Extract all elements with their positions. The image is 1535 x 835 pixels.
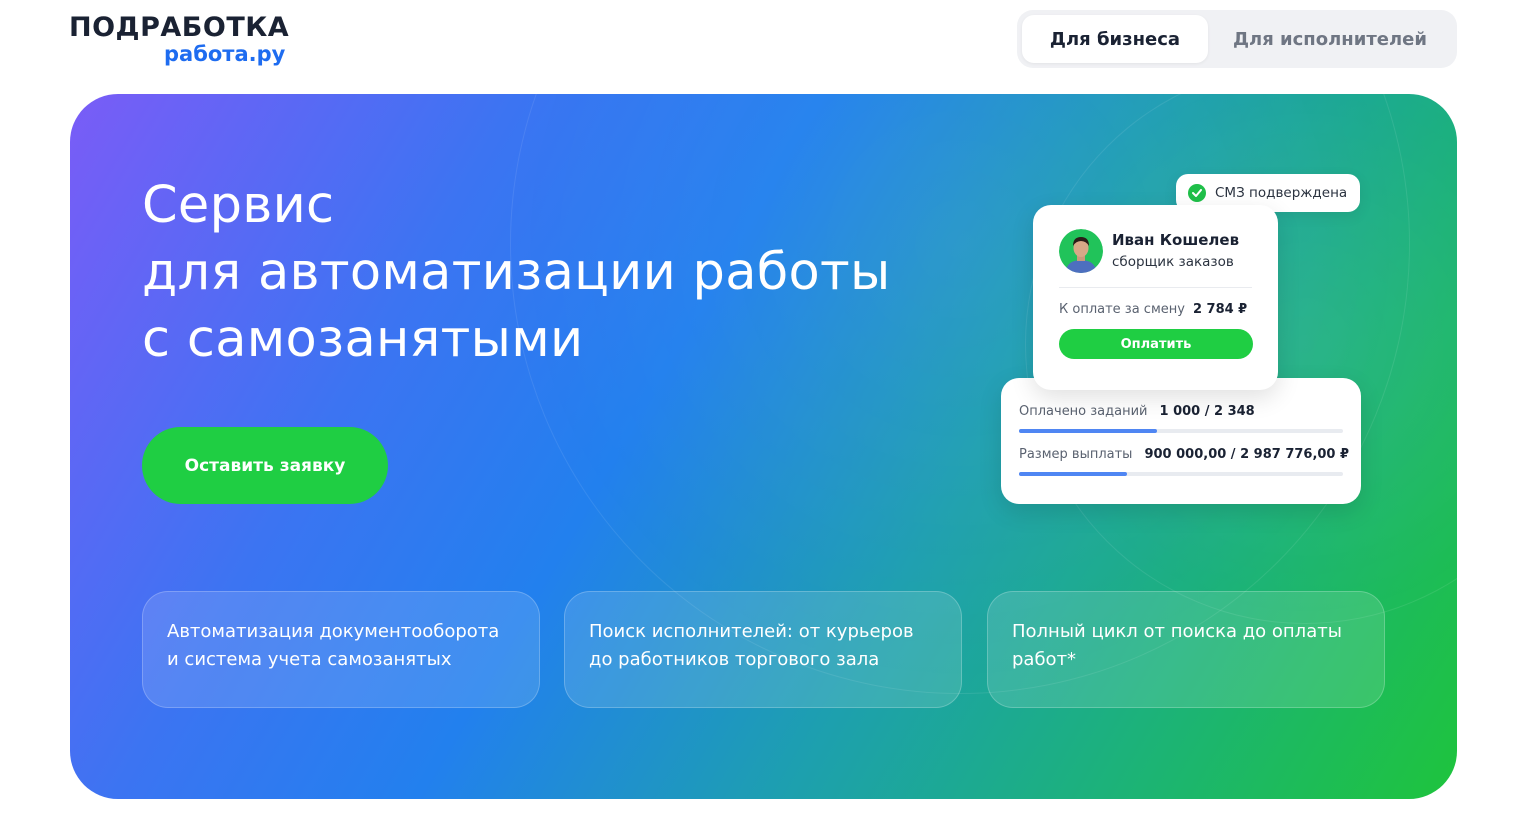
tab-contractors[interactable]: Для исполнителей [1208, 15, 1452, 63]
progress-fill [1019, 429, 1158, 433]
logo-subbrand: работа.ру [164, 42, 286, 66]
tab-business[interactable]: Для бизнеса [1022, 15, 1208, 63]
hero-banner: Сервис для автоматизации работы с самоза… [70, 94, 1457, 799]
stat-row-payout: Размер выплаты 900 000,00 / 2 987 776,00… [1019, 447, 1349, 462]
worker-info: Иван Кошелев сборщик заказов [1112, 229, 1239, 273]
pay-label: К оплате за смену [1059, 302, 1185, 317]
hero-title-line-1: Сервис [142, 176, 335, 235]
feature-card-cycle: Полный цикл от поиска до оплаты работ* [987, 591, 1385, 708]
logo-wordmark: ПОДРАБОТКА [69, 12, 290, 43]
check-icon [1188, 184, 1206, 202]
divider [1059, 287, 1252, 288]
pay-amount: 2 784 ₽ [1192, 302, 1248, 317]
stat-row-tasks: Оплачено заданий 1 000 / 2 348 [1019, 404, 1343, 419]
stats-card: Оплачено заданий 1 000 / 2 348 Размер вы… [1001, 378, 1361, 504]
submit-request-button[interactable]: Оставить заявку [142, 427, 388, 504]
progress-bar-payout [1019, 472, 1343, 476]
stat-label: Оплачено заданий [1019, 404, 1148, 419]
audience-switch: Для бизнеса Для исполнителей [1017, 10, 1457, 68]
progress-bar-tasks [1019, 429, 1343, 433]
stat-value: 900 000,00 / 2 987 776,00 ₽ [1144, 447, 1350, 462]
landing-page: ПОДРАБОТКА работа.ру Для бизнеса Для исп… [0, 0, 1535, 835]
avatar [1059, 229, 1103, 273]
worker-role: сборщик заказов [1112, 254, 1234, 270]
logo[interactable]: ПОДРАБОТКА работа.ру [69, 12, 290, 66]
stat-value: 1 000 / 2 348 [1159, 404, 1255, 419]
worker-header: Иван Кошелев сборщик заказов [1059, 229, 1252, 273]
worker-card: Иван Кошелев сборщик заказов К оплате за… [1033, 205, 1278, 390]
pay-row: К оплате за смену 2 784 ₽ [1059, 302, 1252, 317]
hero-title: Сервис для автоматизации работы с самоза… [142, 172, 891, 373]
worker-name: Иван Кошелев [1112, 231, 1240, 249]
feature-card-documents: Автоматизация документооборота и система… [142, 591, 540, 708]
hero-title-line-2: для автоматизации работы [142, 243, 891, 302]
progress-fill [1019, 472, 1128, 476]
status-badge-label: СМЗ подверждена [1215, 185, 1348, 201]
feature-card-search: Поиск исполнителей: от курьеров до работ… [564, 591, 962, 708]
pay-button[interactable]: Оплатить [1059, 329, 1253, 359]
stat-label: Размер выплаты [1019, 447, 1133, 462]
hero-title-line-3: с самозанятыми [142, 310, 584, 369]
